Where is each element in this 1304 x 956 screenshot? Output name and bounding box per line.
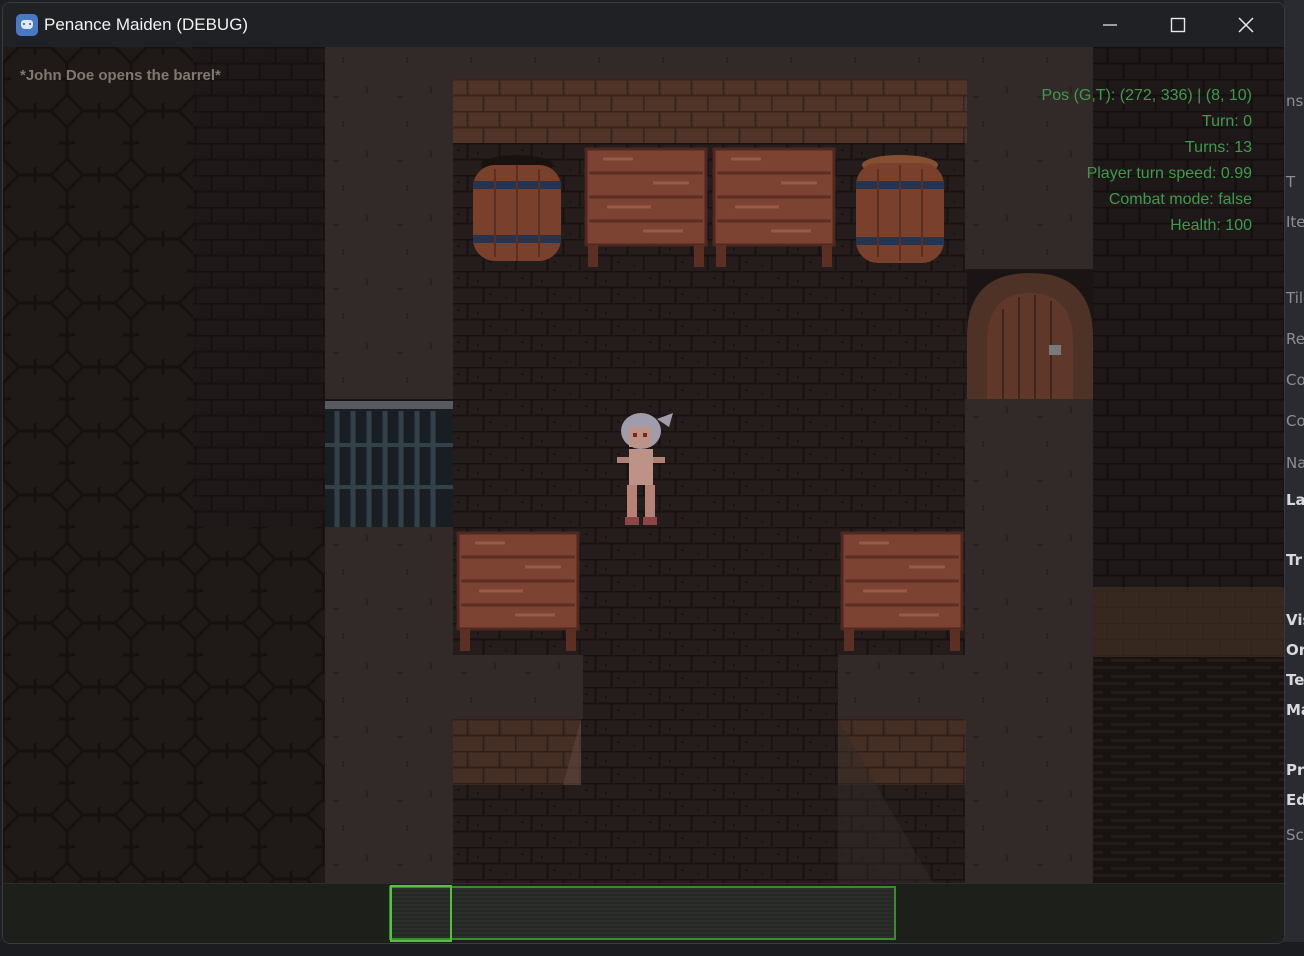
- editor-section-label: Pr: [1286, 761, 1304, 779]
- editor-section-label: La: [1286, 491, 1304, 509]
- editor-section-label: Te: [1286, 671, 1304, 689]
- editor-bottom-bar: [0, 942, 1304, 956]
- debug-turns: Turns: 13: [1185, 139, 1252, 156]
- editor-section-label: Ma: [1286, 701, 1304, 719]
- debug-panel: Pos (G,T): (272, 336) | (8, 10) Turn: 0 …: [1042, 83, 1252, 239]
- debug-combat-mode: Combat mode: false: [1108, 191, 1252, 208]
- editor-label: nsp: [1286, 92, 1304, 110]
- editor-label: Ren: [1286, 330, 1304, 348]
- editor-label: Col: [1286, 371, 1304, 389]
- maximize-icon: [1170, 17, 1186, 33]
- title-bar[interactable]: Penance Maiden (DEBUG): [3, 3, 1284, 47]
- editor-label: T: [1286, 173, 1296, 191]
- minimize-icon: [1103, 24, 1117, 26]
- game-window: Penance Maiden (DEBUG) *John Doe opens t…: [2, 2, 1285, 944]
- godot-engine-icon: [16, 14, 38, 36]
- editor-section-label: Vis: [1286, 611, 1304, 629]
- debug-position: Pos (G,T): (272, 336) | (8, 10): [1041, 87, 1252, 104]
- hotbar[interactable]: [389, 886, 896, 940]
- close-icon: [1238, 17, 1254, 33]
- window-title: Penance Maiden (DEBUG): [44, 15, 249, 34]
- debug-player-turn-speed: Player turn speed: 0.99: [1086, 165, 1252, 182]
- editor-label: Nav: [1286, 454, 1304, 472]
- debug-turn: Turn: 0: [1201, 113, 1252, 130]
- editor-label: Tile: [1286, 289, 1304, 307]
- debug-health: Health: 100: [1170, 217, 1252, 234]
- hotbar-slot-selected[interactable]: [390, 885, 452, 942]
- editor-label: Col: [1286, 412, 1304, 430]
- close-button[interactable]: [1212, 3, 1280, 47]
- editor-section-label: Or: [1286, 641, 1304, 659]
- editor-label: Scr: [1286, 826, 1304, 844]
- maximize-button[interactable]: [1144, 3, 1212, 47]
- editor-label: Ite: [1286, 213, 1304, 231]
- minimize-button[interactable]: [1076, 3, 1144, 47]
- editor-section-label: Ed: [1286, 791, 1304, 809]
- editor-section-label: Tr: [1286, 551, 1302, 569]
- event-message: *John Doe opens the barrel*: [20, 67, 221, 84]
- hotbar-area: [3, 883, 1284, 943]
- editor-panel-behind: nsp T Ite Tile Ren Col Col Nav La Tr Vis…: [1284, 0, 1304, 956]
- game-viewport[interactable]: *John Doe opens the barrel* Pos (G,T): (…: [3, 47, 1284, 883]
